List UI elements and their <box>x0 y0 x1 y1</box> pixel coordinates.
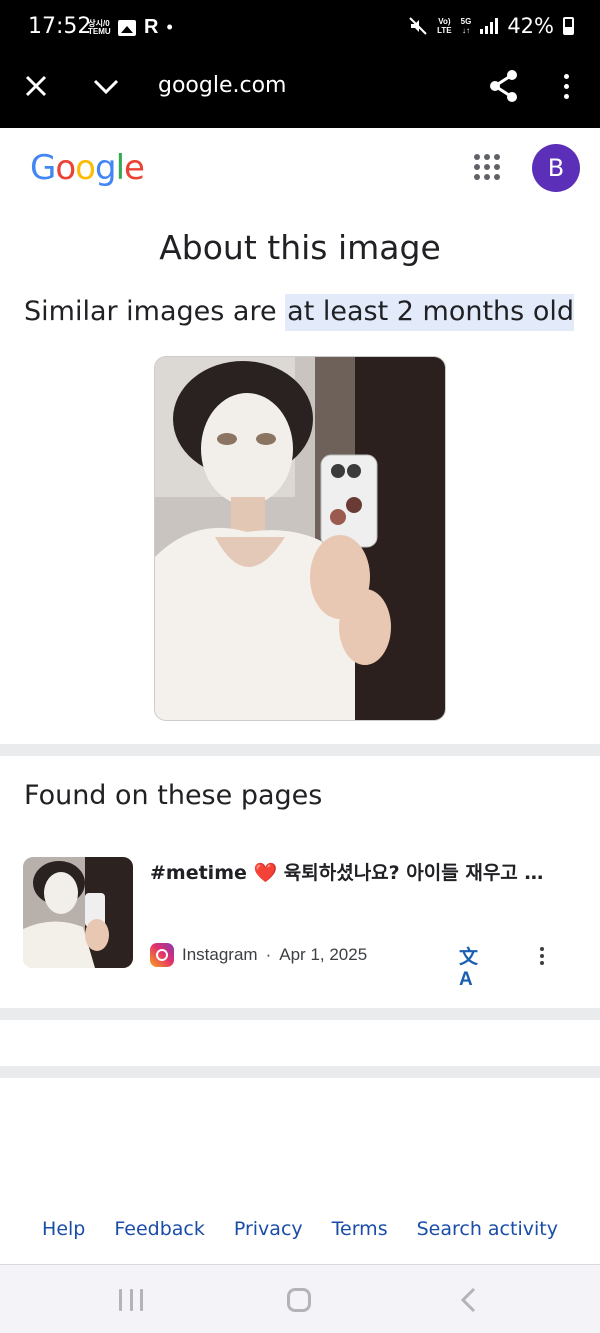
footer-terms-link[interactable]: Terms <box>332 1218 388 1240</box>
r-icon: R <box>144 16 159 38</box>
5g-icon: 5G ↓↑ <box>461 17 472 35</box>
status-bar: 17:52 상시/0 TEMU R • Vo) LTE 5G ↓↑ 42% <box>0 0 600 56</box>
logo-letter: e <box>124 148 145 188</box>
image-age-text: Similar images are at least 2 months old <box>24 294 574 331</box>
analyzed-image[interactable] <box>154 356 446 721</box>
volte-top: Vo) <box>438 17 451 26</box>
5g-top: 5G <box>460 17 472 26</box>
section-divider <box>0 1008 600 1020</box>
logo-letter: g <box>94 148 117 188</box>
more-vert-icon[interactable] <box>554 70 578 102</box>
image-age-prefix: Similar images are <box>24 296 286 327</box>
account-avatar[interactable]: B <box>532 144 580 192</box>
chevron-down-icon[interactable] <box>90 70 122 102</box>
back-icon[interactable] <box>458 1287 478 1313</box>
share-icon[interactable] <box>488 68 520 104</box>
5g-bottom: ↓↑ <box>461 26 470 35</box>
status-time: 17:52 <box>28 14 92 39</box>
result-date: Apr 1, 2025 <box>279 945 368 964</box>
logo-letter: o <box>55 148 76 188</box>
gallery-icon <box>118 19 136 36</box>
recents-icon[interactable] <box>119 1289 143 1311</box>
status-notification-icons: 상시/0 TEMU R • <box>88 16 173 39</box>
image-age-highlight: at least 2 months old <box>285 294 574 331</box>
home-icon[interactable] <box>287 1288 311 1312</box>
temu-icon: 상시/0 TEMU <box>88 19 111 36</box>
footer-search-activity-link[interactable]: Search activity <box>417 1218 558 1240</box>
result-thumbnail-illustration <box>23 857 133 968</box>
analyzed-image-illustration <box>155 357 445 720</box>
footer-feedback-link[interactable]: Feedback <box>114 1218 204 1240</box>
section-divider <box>0 1066 600 1078</box>
instagram-icon <box>150 943 174 967</box>
battery-icon <box>563 17 574 35</box>
result-more-icon[interactable] <box>536 944 548 968</box>
battery-percent: 42% <box>507 14 554 38</box>
logo-letter: l <box>115 148 126 188</box>
result-title[interactable]: #metime ❤️ 육퇴하셨나요? 아이들 재우고 피... <box>150 858 550 885</box>
signal-icon <box>480 18 499 34</box>
found-section-title: Found on these pages <box>24 780 323 811</box>
system-nav-bar <box>0 1264 600 1333</box>
footer-links: Help Feedback Privacy Terms Search activ… <box>0 1218 600 1240</box>
more-notifications-dot-icon: • <box>166 17 173 37</box>
volte-bottom: LTE <box>437 26 452 35</box>
footer-privacy-link[interactable]: Privacy <box>234 1218 303 1240</box>
mute-icon <box>409 17 427 35</box>
footer-help-link[interactable]: Help <box>42 1218 85 1240</box>
temu-icon-bottom: TEMU <box>88 26 111 36</box>
custom-tab-toolbar: google.com <box>0 56 600 128</box>
result-thumbnail[interactable] <box>23 857 133 968</box>
section-divider <box>0 744 600 756</box>
volte-icon: Vo) LTE <box>437 17 452 35</box>
page-title: About this image <box>159 228 441 267</box>
translate-icon[interactable]: 文A <box>459 942 485 990</box>
apps-grid-icon[interactable] <box>474 154 500 180</box>
logo-letter: G <box>30 148 56 188</box>
google-logo[interactable]: Google <box>30 148 145 188</box>
result-separator: · <box>265 945 272 964</box>
result-source-name: Instagram <box>182 945 258 964</box>
status-system-icons: Vo) LTE 5G ↓↑ 42% <box>408 14 574 38</box>
close-icon[interactable] <box>20 70 52 102</box>
logo-letter: o <box>75 148 96 188</box>
result-source: Instagram · Apr 1, 2025 <box>150 943 367 967</box>
url-text[interactable]: google.com <box>158 73 286 98</box>
